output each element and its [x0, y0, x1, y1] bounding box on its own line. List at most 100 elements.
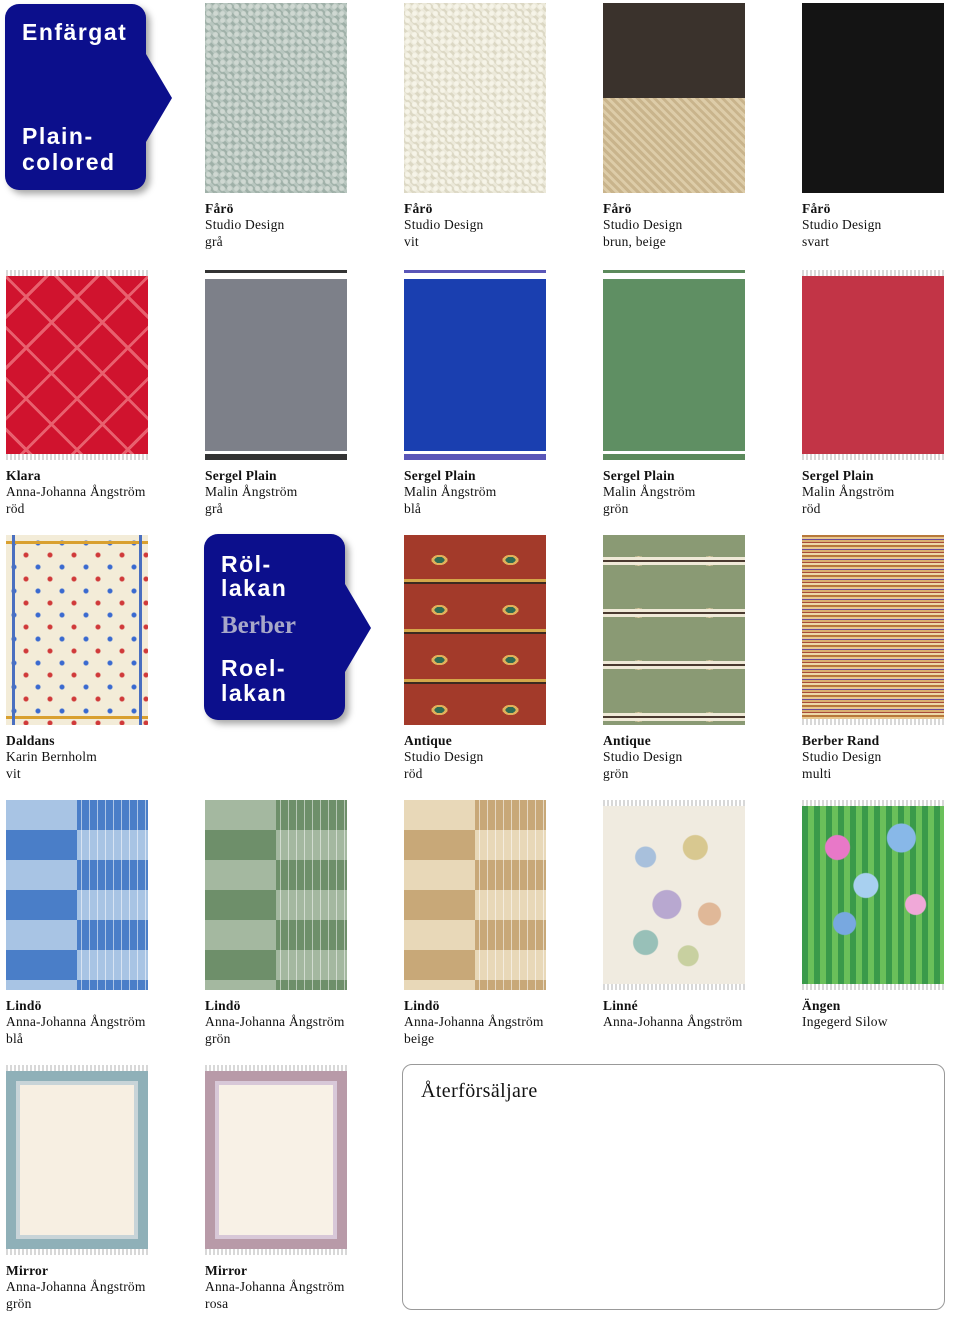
- rug-name: Sergel Plain: [603, 468, 675, 483]
- rug-color: grå: [205, 500, 223, 516]
- rug-color: rosa: [205, 1295, 229, 1311]
- rug-caption: Daldans Karin Bernholm vit: [6, 733, 97, 782]
- rug-card-faro-brun-beige: Fårö Studio Design brun, beige: [603, 3, 793, 268]
- rug-caption: Antique Studio Design röd: [404, 733, 483, 782]
- rug-name: Klara: [6, 468, 41, 483]
- rug-card-lindo-gron: Lindö Anna-Johanna Ångström grön: [205, 800, 395, 1065]
- rug-name: Mirror: [6, 1263, 49, 1278]
- rug-designer: Studio Design: [802, 217, 882, 233]
- rug-name: Ängen: [802, 998, 841, 1013]
- pointer-arrow: [345, 584, 371, 672]
- rug-name: Lindö: [205, 998, 241, 1013]
- rug-color: svart: [802, 233, 830, 249]
- rug-card-berber-rand: Berber Rand Studio Design multi: [802, 535, 960, 800]
- rug-image: [603, 800, 745, 990]
- rug-image: [205, 3, 347, 193]
- rug-color: grå: [205, 233, 223, 249]
- pointer-arrow: [146, 54, 172, 142]
- rug-color: vit: [6, 765, 21, 781]
- rug-color: brun, beige: [603, 233, 666, 249]
- rug-image: [404, 800, 546, 990]
- rug-color: röd: [802, 500, 821, 516]
- rug-designer: Anna-Johanna Ångström: [603, 1014, 743, 1030]
- rug-color: grön: [6, 1295, 32, 1311]
- rug-name: Lindö: [6, 998, 42, 1013]
- rug-caption: Sergel Plain Malin Ångström blå: [404, 468, 496, 517]
- rug-image: [603, 535, 745, 725]
- rug-designer: Studio Design: [205, 217, 285, 233]
- rug-card-antique-rod: Antique Studio Design röd: [404, 535, 594, 800]
- category-title-swedish-line1: Röl-: [221, 551, 272, 577]
- rug-caption: Klara Anna-Johanna Ångström röd: [6, 468, 146, 517]
- rug-card-sergel-plain-rod: Sergel Plain Malin Ångström röd: [802, 270, 960, 535]
- rug-card-faro-svart: Fårö Studio Design svart: [802, 3, 960, 268]
- rug-image: [802, 270, 944, 460]
- category-label-rollakan-berber: Röl- lakan Berber Roel- lakan: [204, 534, 371, 720]
- rug-designer: Anna-Johanna Ångström: [205, 1014, 345, 1030]
- rug-designer: Malin Ångström: [205, 484, 298, 500]
- category-title-english-line2: lakan: [221, 680, 288, 706]
- category-title-english-line2: colored: [22, 149, 116, 175]
- rug-image: [6, 800, 148, 990]
- rug-caption: Mirror Anna-Johanna Ångström grön: [6, 1263, 146, 1312]
- rug-color: blå: [6, 1030, 24, 1046]
- rug-card-sergel-plain-gron: Sergel Plain Malin Ångström grön: [603, 270, 793, 535]
- rug-name: Lindö: [404, 998, 440, 1013]
- rug-image: [205, 270, 347, 460]
- rug-designer: Anna-Johanna Ångström: [404, 1014, 544, 1030]
- rug-color: blå: [404, 500, 422, 516]
- category-title-english-line1: Plain-: [22, 123, 94, 149]
- rug-designer: Anna-Johanna Ångström: [6, 1279, 146, 1295]
- rug-image: [404, 535, 546, 725]
- rug-caption: Lindö Anna-Johanna Ångström beige: [404, 998, 544, 1047]
- category-title-swedish: Enfärgat: [22, 19, 128, 45]
- rug-image: [603, 270, 745, 460]
- rug-color: multi: [802, 765, 832, 781]
- rug-caption: Sergel Plain Malin Ångström röd: [802, 468, 894, 517]
- rug-image: [404, 3, 546, 193]
- rug-name: Fårö: [404, 201, 433, 216]
- rug-card-faro-vit: Fårö Studio Design vit: [404, 3, 594, 268]
- rug-caption: Fårö Studio Design grå: [205, 201, 284, 250]
- dealer-title: Återförsäljare: [421, 1080, 538, 1102]
- rug-image: [6, 535, 148, 725]
- rug-color: beige: [404, 1030, 435, 1046]
- rug-image: [205, 1065, 347, 1255]
- rug-name: Daldans: [6, 733, 55, 748]
- rug-caption: Ängen Ingegerd Silow: [802, 998, 888, 1031]
- rug-designer: Anna-Johanna Ångström: [205, 1279, 345, 1295]
- rug-color: grön: [603, 765, 629, 781]
- rug-caption: Fårö Studio Design vit: [404, 201, 483, 250]
- rug-color: grön: [603, 500, 629, 516]
- rug-name: Berber Rand: [802, 733, 880, 748]
- rug-color: grön: [205, 1030, 231, 1046]
- rug-card-lindo-beige: Lindö Anna-Johanna Ångström beige: [404, 800, 594, 1065]
- rug-name: Antique: [404, 733, 452, 748]
- rug-name: Fårö: [603, 201, 632, 216]
- rug-designer: Malin Ångström: [404, 484, 497, 500]
- rug-color: vit: [404, 233, 419, 249]
- rug-card-faro-gra: Fårö Studio Design grå: [205, 3, 395, 268]
- rug-designer: Ingegerd Silow: [802, 1014, 888, 1030]
- rug-card-linne: Linné Anna-Johanna Ångström: [603, 800, 793, 1065]
- rug-name: Linné: [603, 998, 638, 1013]
- category-title-english-line1: Roel-: [221, 655, 286, 681]
- rug-name: Sergel Plain: [205, 468, 277, 483]
- rug-card-daldans: Daldans Karin Bernholm vit: [6, 535, 196, 800]
- dealer-box: Återförsäljare: [402, 1064, 945, 1310]
- rug-image: [404, 270, 546, 460]
- rug-designer: Studio Design: [404, 749, 484, 765]
- rug-designer: Studio Design: [404, 217, 484, 233]
- rug-name: Fårö: [802, 201, 831, 216]
- rug-designer: Studio Design: [802, 749, 882, 765]
- rug-caption: Sergel Plain Malin Ångström grön: [603, 468, 695, 517]
- rug-name: Fårö: [205, 201, 234, 216]
- rug-card-mirror-gron: Mirror Anna-Johanna Ångström grön: [6, 1065, 196, 1330]
- rug-designer: Malin Ångström: [603, 484, 696, 500]
- rug-name: Sergel Plain: [404, 468, 476, 483]
- rug-caption: Lindö Anna-Johanna Ångström blå: [6, 998, 146, 1047]
- rug-designer: Malin Ångström: [802, 484, 895, 500]
- rug-image: [802, 3, 944, 193]
- rug-caption: Berber Rand Studio Design multi: [802, 733, 881, 782]
- rug-name: Sergel Plain: [802, 468, 874, 483]
